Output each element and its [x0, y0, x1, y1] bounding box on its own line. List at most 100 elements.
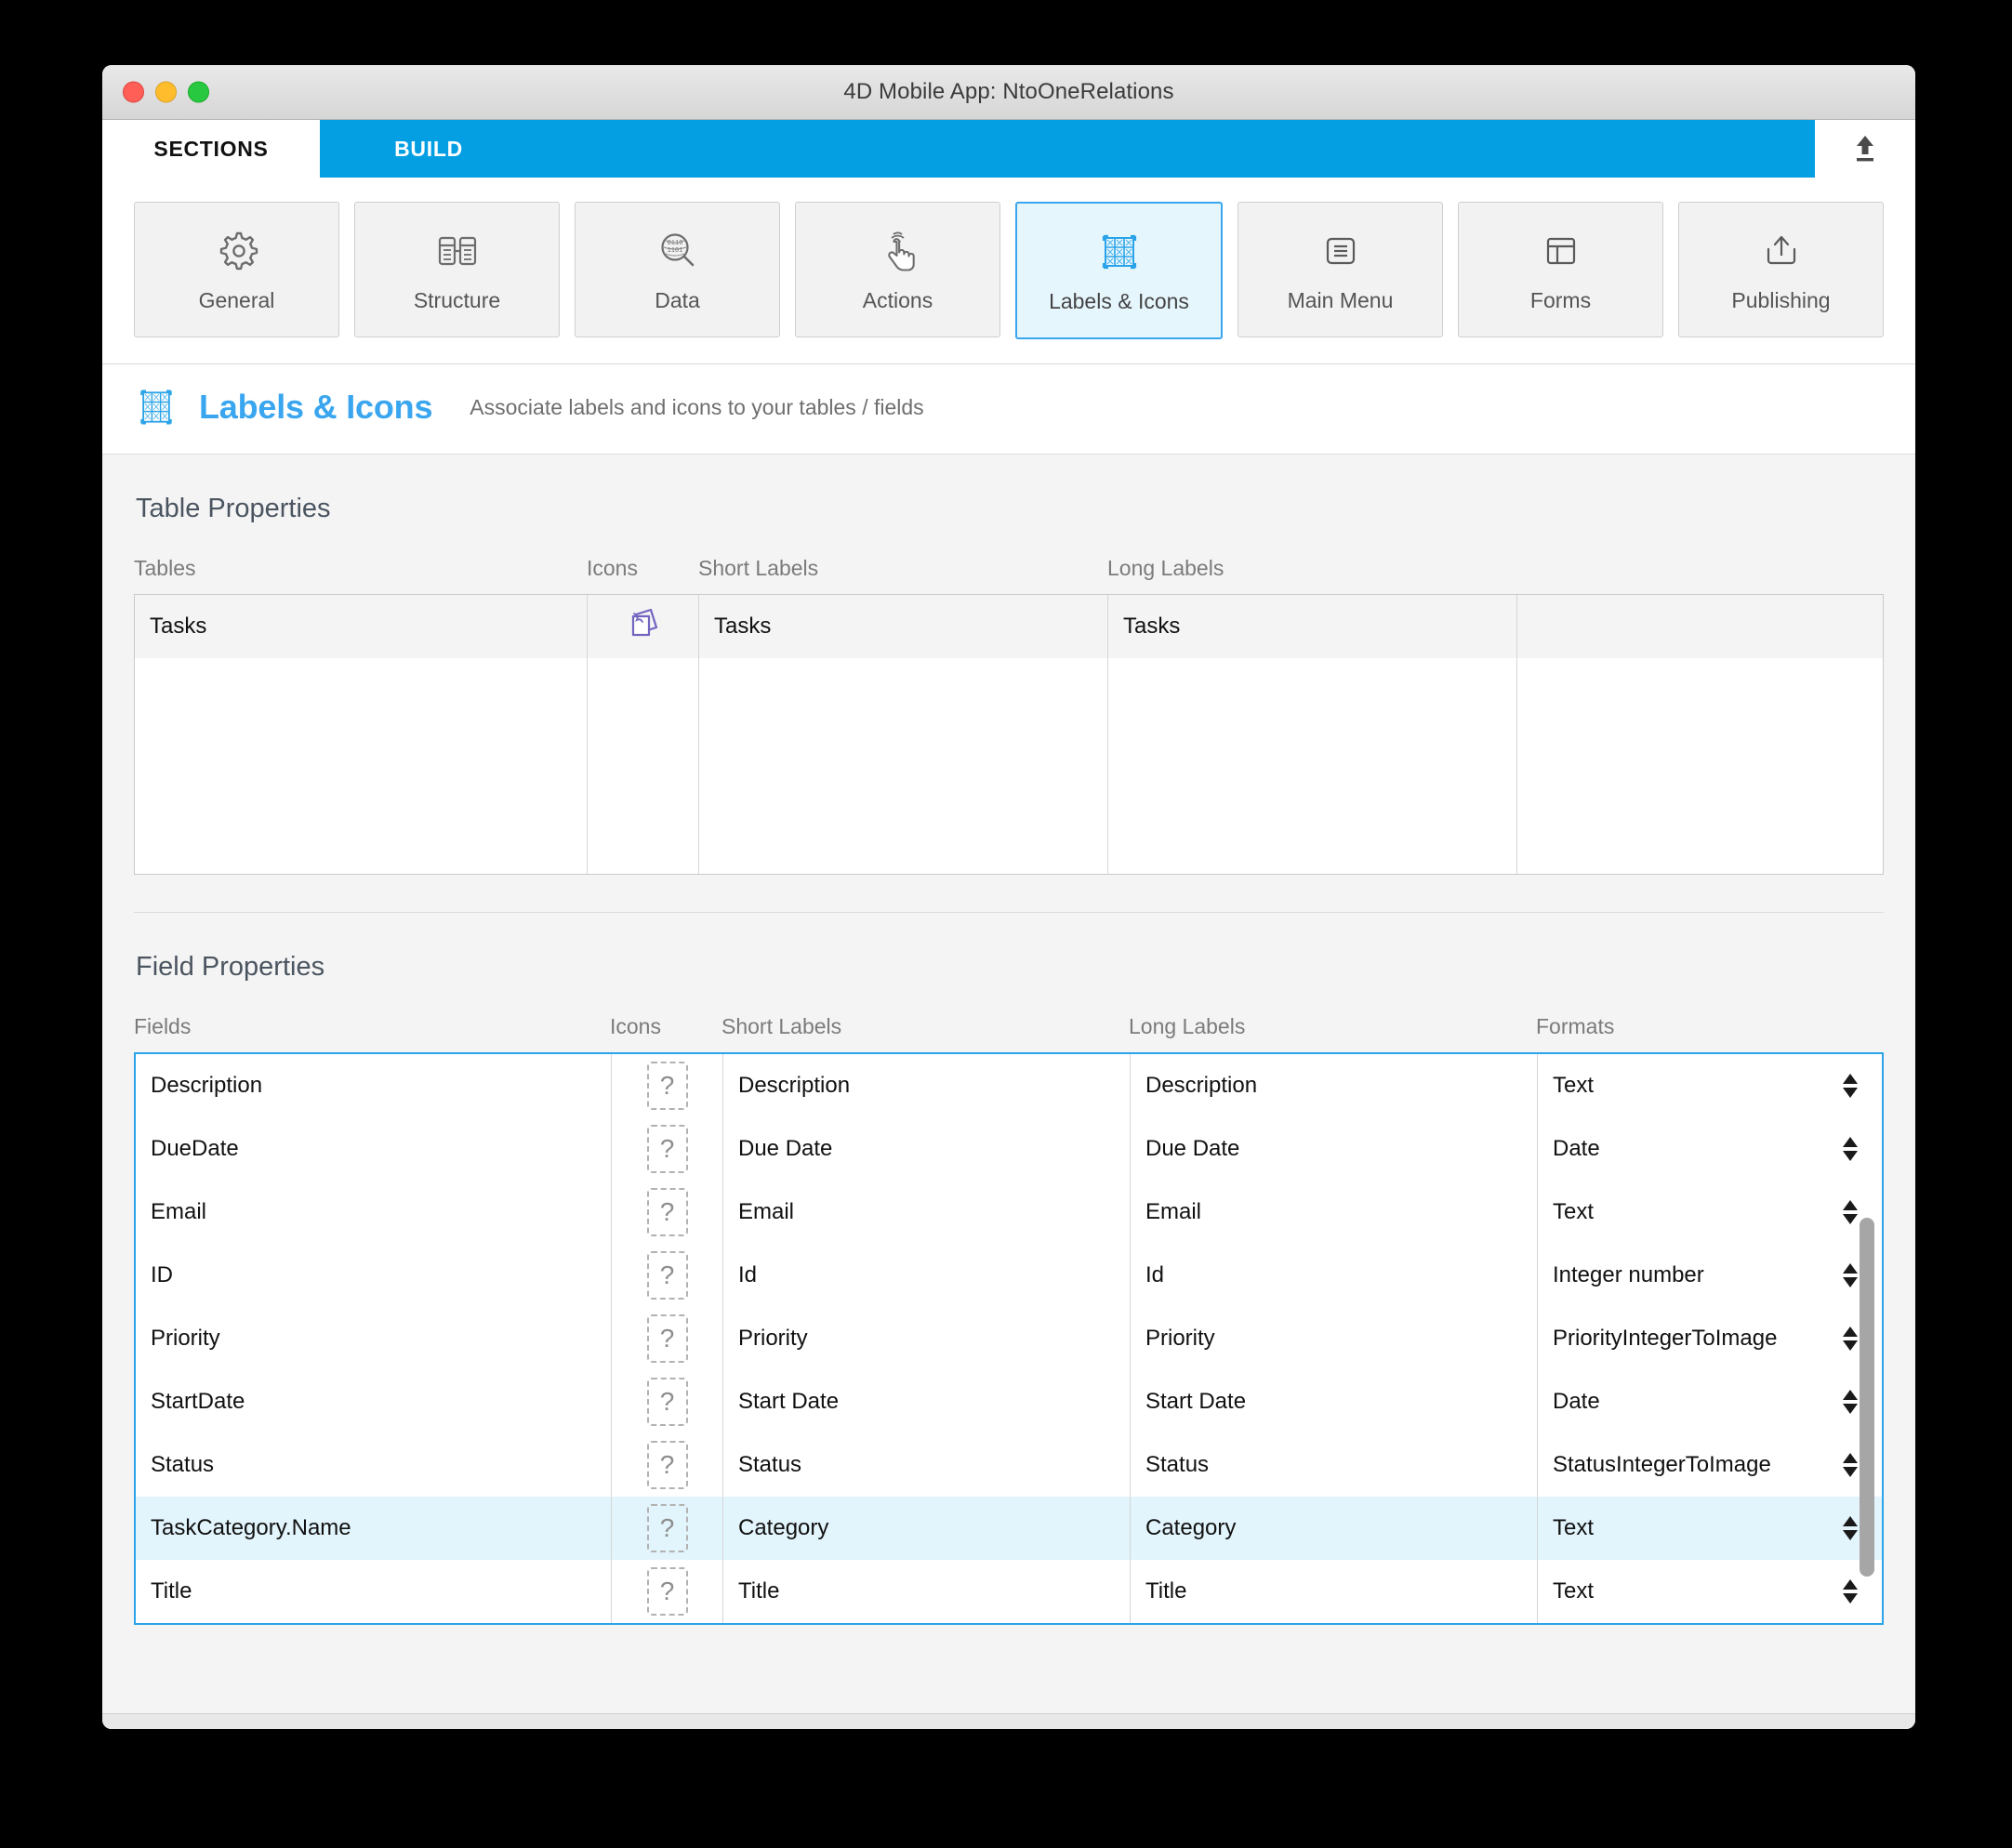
field-format-cell[interactable]: StatusIntegerToImage [1538, 1433, 1882, 1497]
stacked-documents-icon[interactable] [623, 603, 664, 651]
table-grid-empty-area[interactable] [135, 658, 1883, 874]
format-stepper[interactable] [1843, 1579, 1858, 1604]
field-long-label-cell[interactable]: Status [1131, 1433, 1538, 1497]
field-format-cell[interactable]: Text [1538, 1560, 1882, 1623]
field-properties-grid[interactable]: Description ? Description Description Te… [134, 1052, 1884, 1625]
field-long-label-cell[interactable]: Priority [1131, 1307, 1538, 1370]
close-window-button[interactable] [123, 81, 144, 103]
table-long-label-cell[interactable]: Tasks [1108, 595, 1517, 658]
field-icon-cell[interactable]: ? [612, 1497, 723, 1560]
field-long-label-cell[interactable]: Description [1131, 1054, 1538, 1117]
question-placeholder-icon[interactable]: ? [646, 1441, 688, 1489]
table-name-cell[interactable]: Tasks [135, 595, 588, 658]
field-name-cell[interactable]: DueDate [136, 1117, 612, 1181]
section-button-publishing[interactable]: Publishing [1678, 202, 1884, 337]
field-name-cell[interactable]: Description [136, 1054, 612, 1117]
field-long-label-cell[interactable]: Category [1131, 1497, 1538, 1560]
field-icon-cell[interactable]: ? [612, 1370, 723, 1433]
table-short-label-cell[interactable]: Tasks [699, 595, 1108, 658]
format-stepper[interactable] [1843, 1516, 1858, 1540]
tab-build[interactable]: BUILD [320, 120, 537, 178]
field-short-label-cell[interactable]: Start Date [723, 1370, 1131, 1433]
field-short-label-cell[interactable]: Id [723, 1244, 1131, 1307]
field-long-label-cell[interactable]: Email [1131, 1181, 1538, 1244]
field-short-label-cell[interactable]: Due Date [723, 1117, 1131, 1181]
tab-sections[interactable]: SECTIONS [102, 120, 320, 178]
field-format-cell[interactable]: Text [1538, 1497, 1882, 1560]
zoom-window-button[interactable] [188, 81, 209, 103]
field-name-cell[interactable]: TaskCategory.Name [136, 1497, 612, 1560]
question-placeholder-icon[interactable]: ? [646, 1378, 688, 1426]
field-icon-cell[interactable]: ? [612, 1433, 723, 1497]
field-grid-scrollbar-thumb[interactable] [1860, 1218, 1874, 1577]
field-format-value: Integer number [1553, 1262, 1704, 1287]
field-name-cell[interactable]: StartDate [136, 1370, 612, 1433]
field-icon-cell[interactable]: ? [612, 1181, 723, 1244]
question-placeholder-icon[interactable]: ? [646, 1062, 688, 1110]
field-long-label-cell[interactable]: Due Date [1131, 1117, 1538, 1181]
svg-text:0110: 0110 [667, 240, 682, 247]
field-format-cell[interactable]: Text [1538, 1181, 1882, 1244]
field-icon-cell[interactable]: ? [612, 1054, 723, 1117]
format-stepper[interactable] [1843, 1200, 1858, 1224]
field-icon-cell[interactable]: ? [612, 1560, 723, 1623]
field-long-label-cell[interactable]: Title [1131, 1560, 1538, 1623]
field-name-cell[interactable]: Title [136, 1560, 612, 1623]
field-format-cell[interactable]: Date [1538, 1370, 1882, 1433]
table-row[interactable]: ID ? Id Id Integer number [136, 1244, 1882, 1307]
section-button-labels-icons[interactable]: Labels & Icons [1015, 202, 1223, 339]
field-format-cell[interactable]: PriorityIntegerToImage [1538, 1307, 1882, 1370]
table-icon-cell[interactable] [588, 595, 699, 658]
field-format-cell[interactable]: Date [1538, 1117, 1882, 1181]
section-button-data[interactable]: 0110 1101 Data [575, 202, 780, 337]
table-row[interactable]: Title ? Title Title Text [136, 1560, 1882, 1623]
question-placeholder-icon[interactable]: ? [646, 1125, 688, 1173]
field-short-label-cell[interactable]: Email [723, 1181, 1131, 1244]
format-stepper[interactable] [1843, 1137, 1858, 1161]
question-placeholder-icon[interactable]: ? [646, 1567, 688, 1616]
field-long-label-cell[interactable]: Start Date [1131, 1370, 1538, 1433]
field-name-cell[interactable]: Email [136, 1181, 612, 1244]
section-button-label: General [198, 287, 275, 312]
table-extra-cell[interactable] [1517, 595, 1883, 658]
question-placeholder-icon[interactable]: ? [646, 1251, 688, 1300]
field-icon-cell[interactable]: ? [612, 1244, 723, 1307]
table-row[interactable]: Status ? Status Status StatusIntegerToIm… [136, 1433, 1882, 1497]
section-button-actions[interactable]: Actions [795, 202, 1000, 337]
table-row[interactable]: Email ? Email Email Text [136, 1181, 1882, 1244]
table-row[interactable]: DueDate ? Due Date Due Date Date [136, 1117, 1882, 1181]
section-button-main-menu[interactable]: Main Menu [1238, 202, 1443, 337]
field-icon-cell[interactable]: ? [612, 1117, 723, 1181]
field-format-cell[interactable]: Text [1538, 1054, 1882, 1117]
format-stepper[interactable] [1843, 1327, 1858, 1351]
field-short-label-cell[interactable]: Priority [723, 1307, 1131, 1370]
section-button-structure[interactable]: Structure [354, 202, 560, 337]
format-stepper[interactable] [1843, 1390, 1858, 1414]
format-stepper[interactable] [1843, 1074, 1858, 1098]
field-short-label-cell[interactable]: Description [723, 1054, 1131, 1117]
question-placeholder-icon[interactable]: ? [646, 1504, 688, 1552]
table-properties-grid[interactable]: Tasks Tasks Tasks [134, 594, 1884, 875]
field-icon-cell[interactable]: ? [612, 1307, 723, 1370]
section-button-general[interactable]: General [134, 202, 339, 337]
field-name-cell[interactable]: Priority [136, 1307, 612, 1370]
format-stepper[interactable] [1843, 1453, 1858, 1477]
field-short-label-cell[interactable]: Status [723, 1433, 1131, 1497]
field-format-cell[interactable]: Integer number [1538, 1244, 1882, 1307]
format-stepper[interactable] [1843, 1263, 1858, 1287]
table-row[interactable]: StartDate ? Start Date Start Date Date [136, 1370, 1882, 1433]
field-short-label-cell[interactable]: Title [723, 1560, 1131, 1623]
table-row[interactable]: TaskCategory.Name ? Category Category Te… [136, 1497, 1882, 1560]
section-button-forms[interactable]: Forms [1458, 202, 1663, 337]
field-long-label-cell[interactable]: Id [1131, 1244, 1538, 1307]
table-row[interactable]: Priority ? Priority Priority PriorityInt… [136, 1307, 1882, 1370]
minimize-window-button[interactable] [155, 81, 177, 103]
question-placeholder-icon[interactable]: ? [646, 1314, 688, 1363]
field-short-label-cell[interactable]: Category [723, 1497, 1131, 1560]
table-row[interactable]: Description ? Description Description Te… [136, 1054, 1882, 1117]
field-name-cell[interactable]: ID [136, 1244, 612, 1307]
question-placeholder-icon[interactable]: ? [646, 1188, 688, 1236]
upload-icon[interactable] [1849, 133, 1881, 165]
field-name-cell[interactable]: Status [136, 1433, 612, 1497]
table-row[interactable]: Tasks Tasks Tasks [135, 595, 1883, 658]
